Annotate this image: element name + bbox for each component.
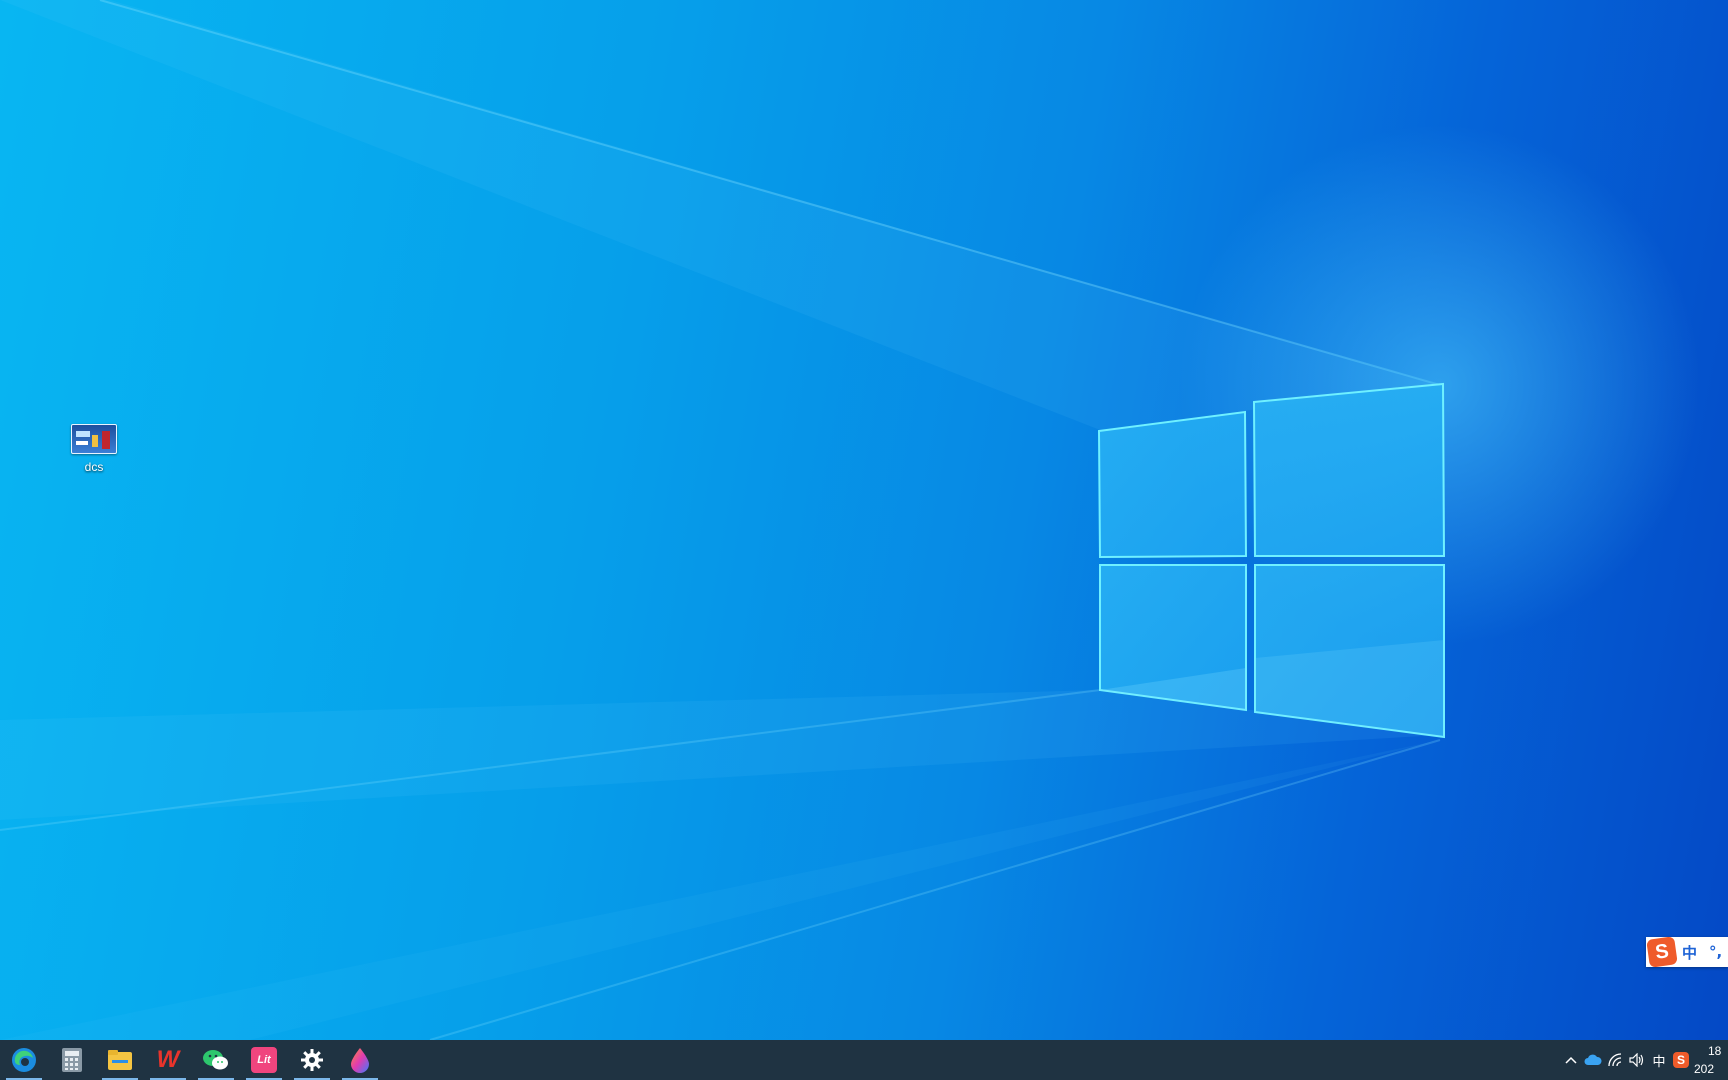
taskbar-app-calculator[interactable] [48, 1040, 96, 1080]
wallpaper-windows-logo [0, 0, 1700, 1040]
desktop[interactable]: dcs S 中 °, [0, 0, 1728, 1040]
taskbar-app-wechat[interactable] [192, 1040, 240, 1080]
taskbar-app-file-explorer[interactable] [96, 1040, 144, 1080]
taskbar-clock[interactable]: 18 202 [1692, 1040, 1728, 1080]
taskbar-app-wps[interactable]: W [144, 1040, 192, 1080]
dcs-app-icon [71, 424, 117, 454]
sogou-logo-icon: S [1673, 1052, 1689, 1068]
volume-speaker-icon[interactable] [1626, 1040, 1648, 1080]
ime-punctuation-toggle[interactable]: °, [1709, 943, 1722, 961]
taskbar-app-edge[interactable] [0, 1040, 48, 1080]
ime-language-indicator[interactable]: 中 [1648, 1040, 1670, 1080]
clock-time: 18 [1708, 1044, 1722, 1058]
file-explorer-icon [108, 1050, 132, 1070]
paint-drop-icon [351, 1048, 369, 1073]
clock-date: 202 [1694, 1062, 1715, 1076]
taskbar-app-settings[interactable] [288, 1040, 336, 1080]
sogou-ime-tray-icon[interactable]: S [1670, 1040, 1692, 1080]
wps-office-icon: W [156, 1046, 180, 1073]
app-pink-icon: Lit [251, 1047, 277, 1073]
calculator-icon [62, 1048, 82, 1072]
system-tray: 中 S 18 202 [1560, 1040, 1728, 1080]
ime-floating-bar[interactable]: S 中 °, [1646, 936, 1728, 968]
network-wifi-icon[interactable] [1604, 1040, 1626, 1080]
desktop-icon-dcs[interactable]: dcs [62, 424, 126, 474]
desktop-icon-label: dcs [84, 460, 104, 474]
show-hidden-icons-chevron-up-icon[interactable] [1560, 1040, 1582, 1080]
sogou-logo-icon: S [1646, 936, 1678, 968]
taskbar-app-pink[interactable]: Lit [240, 1040, 288, 1080]
taskbar-app-paint[interactable] [336, 1040, 384, 1080]
taskbar: W Lit 中 S 18 202 [0, 1040, 1728, 1080]
wechat-icon [203, 1050, 228, 1070]
edge-icon [12, 1048, 36, 1072]
settings-icon [301, 1049, 323, 1071]
onedrive-cloud-icon[interactable] [1582, 1040, 1604, 1080]
ime-mode-toggle[interactable]: 中 [1682, 942, 1697, 963]
